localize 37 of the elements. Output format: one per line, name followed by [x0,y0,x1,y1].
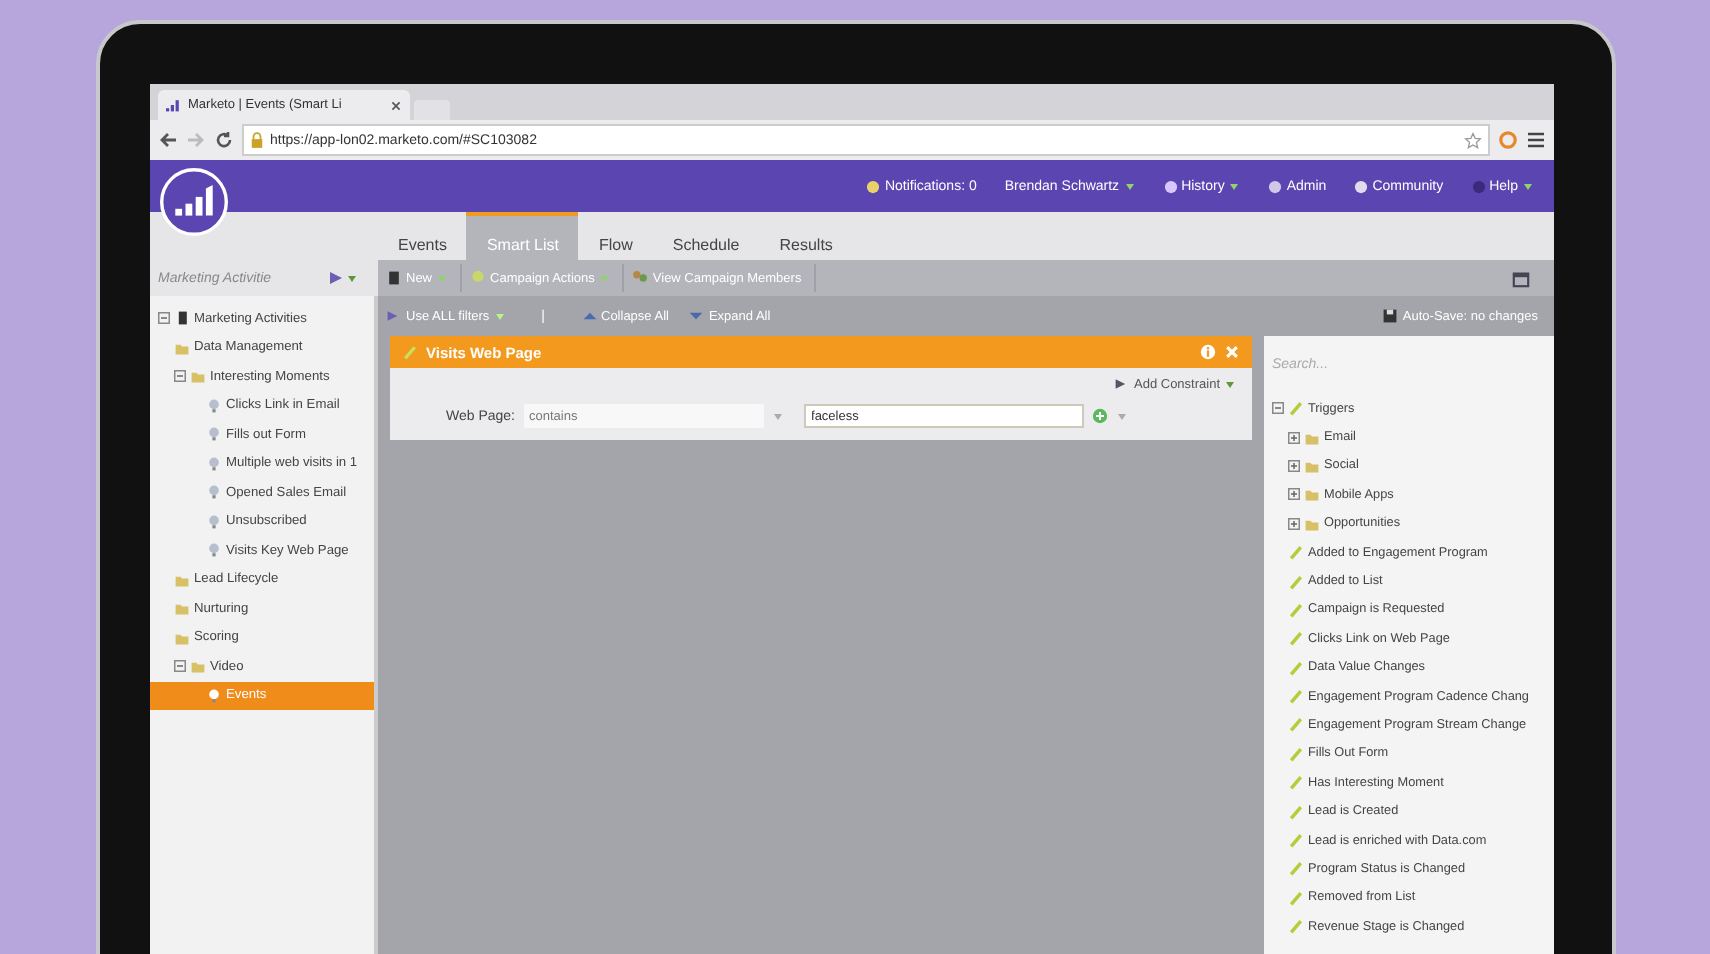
caret-icon[interactable] [1228,180,1241,192]
tree-toggle-icon[interactable] [158,312,170,325]
caret-icon[interactable] [1115,410,1128,422]
back-icon[interactable] [158,130,178,150]
ring-icon[interactable] [1498,130,1518,150]
caret-icon[interactable] [1522,180,1534,192]
expand-icon[interactable] [688,308,705,324]
caret-icon[interactable] [493,310,506,322]
info-icon[interactable] [1200,344,1216,360]
forward-icon[interactable] [186,130,206,150]
tab[interactable]: Schedule [652,212,760,260]
tree-toggle-icon[interactable] [1288,431,1300,444]
caret-icon[interactable] [1224,378,1236,390]
save-icon [1382,308,1399,324]
tree-toggle-icon[interactable] [1288,459,1300,472]
pencil-icon [402,344,418,360]
pencil-icon [1288,400,1304,417]
tree-toggle-icon[interactable] [1288,488,1300,501]
window-icon[interactable] [1512,269,1530,287]
close-icon[interactable] [390,99,402,111]
bar-chart-icon [166,98,182,112]
menu-icon[interactable] [1526,130,1546,150]
tree-toggle-icon[interactable] [174,660,186,673]
lock-icon [250,132,264,148]
tab[interactable]: Events [378,212,467,260]
tree-toggle-icon[interactable] [1272,402,1284,415]
star-icon[interactable] [1464,131,1482,149]
tree-toggle-icon[interactable] [1288,517,1300,530]
tab[interactable]: Flow [578,212,653,260]
caret-icon[interactable] [771,410,784,422]
caret-icon[interactable] [346,272,358,284]
reload-icon[interactable] [214,130,234,150]
caret-icon[interactable] [1123,180,1136,192]
tab[interactable]: Results [759,212,853,260]
tree-toggle-icon[interactable] [174,370,186,383]
collapse-icon[interactable] [581,308,597,324]
add-icon[interactable] [1091,408,1108,424]
